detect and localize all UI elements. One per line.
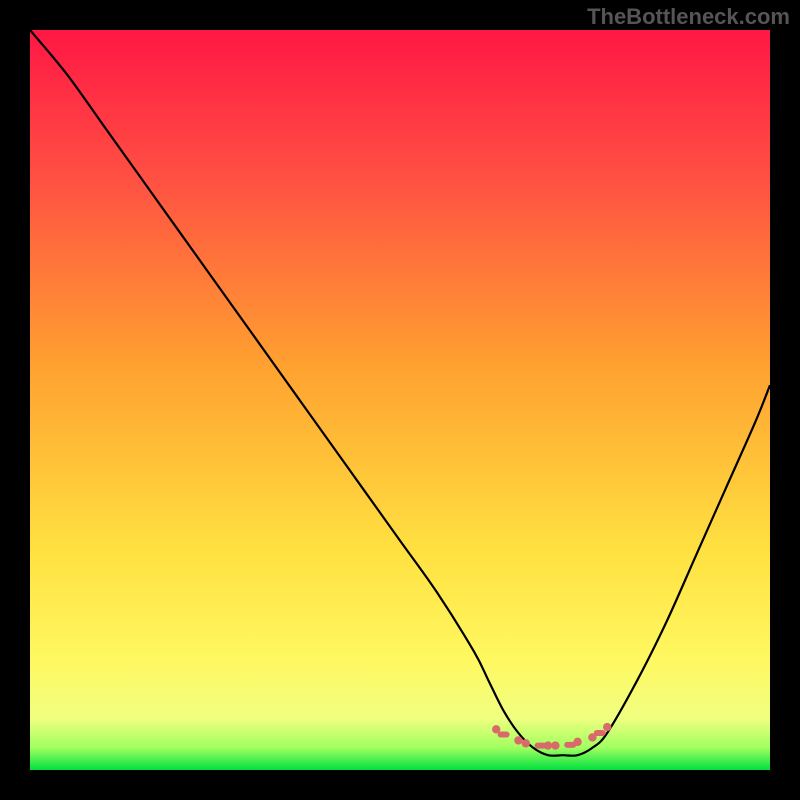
- watermark-text: TheBottleneck.com: [587, 4, 790, 30]
- plot-area: [30, 30, 770, 770]
- chart-container: TheBottleneck.com: [0, 0, 800, 800]
- gradient-background: [30, 30, 770, 770]
- chart-svg: [30, 30, 770, 770]
